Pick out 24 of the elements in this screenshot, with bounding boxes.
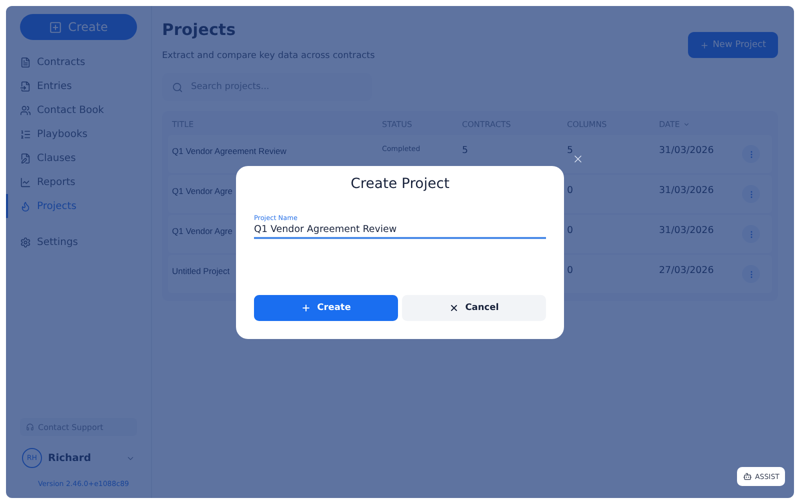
page-title: Projects: [162, 20, 237, 39]
close-icon: [449, 303, 460, 313]
close-icon[interactable]: [572, 153, 584, 165]
date-cell-text: 31/03/2026: [659, 185, 715, 196]
title-cell: Q1 Vendor Agre: [172, 185, 232, 196]
date-cell-text: 27/03/2026: [659, 265, 715, 276]
plus-icon: [301, 303, 312, 313]
columns-cell-text: 0: [567, 265, 574, 276]
columns-cell-text: 5: [567, 145, 574, 156]
columns-cell-text: 0: [567, 225, 574, 236]
robot-icon: [743, 472, 752, 481]
title-cell: Q1 Vendor Agreement Review: [172, 145, 286, 156]
page-subtitle: Extract and compare key data across contracts: [162, 51, 375, 61]
date-cell-text: 31/03/2026: [659, 225, 715, 236]
columns-cell-text: 0: [567, 185, 574, 196]
project-name-field[interactable]: Q1 Vendor Agreement Review: [254, 222, 546, 239]
dialog-title: Create Project: [350, 176, 450, 192]
cancel-button[interactable]: Cancel: [402, 295, 546, 321]
date-cell-text: 31/03/2026: [659, 145, 715, 156]
create-button[interactable]: Create: [254, 295, 398, 321]
contracts-cell-text: 5: [462, 145, 470, 156]
title-cell: Untitled Project: [172, 265, 230, 276]
title-cell: Q1 Vendor Agre: [172, 225, 232, 236]
user-name: Richard: [48, 452, 92, 464]
